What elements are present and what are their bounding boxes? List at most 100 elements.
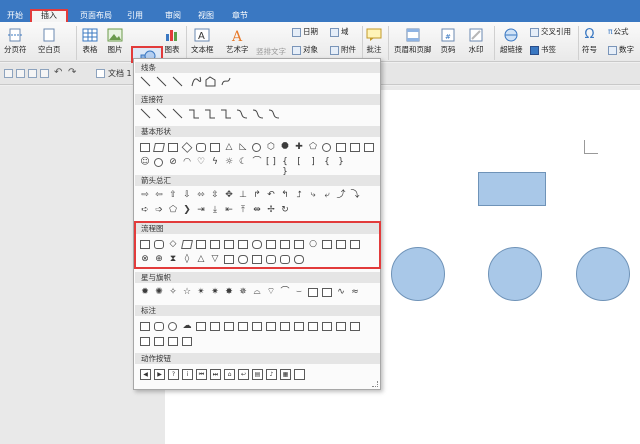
right-arrow-shape-icon[interactable]: ⇨ <box>140 190 150 200</box>
action-button-movie-icon[interactable]: ▦ <box>280 369 291 380</box>
curved-right-arrow-shape-icon[interactable]: ⤷ <box>308 190 318 200</box>
attachment-button[interactable]: 附件 <box>330 44 356 56</box>
left-brace-shape-icon[interactable]: { <box>322 157 332 167</box>
tab-review[interactable]: 审阅 <box>160 9 186 22</box>
vertical-scroll-icon[interactable] <box>308 288 318 297</box>
cross-shape-icon[interactable]: ✚ <box>294 142 304 152</box>
sixteen-point-star-icon[interactable]: ✷ <box>210 287 220 297</box>
left-right-arrow-callout-shape-icon[interactable]: ⇹ <box>252 205 262 215</box>
pentagon-shape-icon[interactable]: ⬠ <box>308 142 318 152</box>
twentyfour-point-star-icon[interactable]: ✸ <box>224 287 234 297</box>
action-button-beginning-icon[interactable]: ⏮ <box>196 369 207 380</box>
frame-shape-icon[interactable] <box>336 143 346 152</box>
watermark-button[interactable]: 水印 <box>468 28 484 55</box>
picture-button[interactable]: 图片 <box>107 28 123 55</box>
cube-shape-icon[interactable] <box>364 143 374 152</box>
print-icon[interactable] <box>28 69 37 78</box>
header-footer-button[interactable]: 页眉和页脚 <box>394 28 432 55</box>
left-right-arrow-shape-icon[interactable]: ⬄ <box>196 190 206 200</box>
accent-callout-4-icon[interactable] <box>294 322 304 331</box>
accent-border-callout-4-icon[interactable] <box>182 337 192 346</box>
can-shape-icon[interactable] <box>350 143 360 152</box>
circle-shape[interactable] <box>576 247 630 301</box>
border-callout-1-icon[interactable] <box>308 322 318 331</box>
right-brace-shape-icon[interactable]: } <box>336 157 346 167</box>
resize-grip-icon[interactable] <box>372 381 378 387</box>
eight-point-star-icon[interactable]: ✴ <box>196 287 206 297</box>
rectangle-shape[interactable] <box>478 172 546 206</box>
tab-start[interactable]: 开始 <box>2 9 28 22</box>
action-button-home-icon[interactable]: ⌂ <box>224 369 235 380</box>
double-brace-shape-icon[interactable]: { } <box>280 157 290 177</box>
line-callout-3-icon[interactable] <box>224 322 234 331</box>
notched-right-arrow-shape-icon[interactable]: ➩ <box>154 205 164 215</box>
redo-icon[interactable]: ↷ <box>68 67 76 78</box>
down-arrow-shape-icon[interactable]: ⇩ <box>182 190 192 200</box>
line-callout-4-icon[interactable] <box>238 322 248 331</box>
sun-shape-icon[interactable]: ☼ <box>224 157 234 167</box>
quad-arrow-shape-icon[interactable]: ✥ <box>224 190 234 200</box>
up-arrow-shape-icon[interactable]: ⇧ <box>168 190 178 200</box>
formula-button[interactable]: π公式 <box>608 26 629 38</box>
diamond-shape-icon[interactable] <box>181 142 193 153</box>
action-button-forward-icon[interactable]: ▶ <box>154 369 165 380</box>
rounded-rect-shape-icon[interactable] <box>196 143 206 152</box>
vertical-text-button[interactable]: 竖排文字 <box>256 46 286 58</box>
accent-callout-1-icon[interactable] <box>252 322 262 331</box>
rounded-rect-callout-icon[interactable] <box>154 322 164 331</box>
wordart-button[interactable]: A 艺术字 <box>226 28 249 55</box>
chart-button[interactable]: 图表 <box>164 28 180 55</box>
action-button-information-icon[interactable]: i <box>182 369 193 380</box>
document-tab[interactable]: 文档 1 <box>108 68 132 79</box>
preview-icon[interactable] <box>40 69 49 78</box>
right-bracket-shape-icon[interactable]: ] <box>308 157 318 167</box>
accent-border-callout-3-icon[interactable] <box>168 337 178 346</box>
cloud-callout-icon[interactable]: ☁ <box>182 321 192 331</box>
thirtytwo-point-star-icon[interactable]: ✵ <box>238 287 248 297</box>
four-point-star-icon[interactable]: ✧ <box>168 287 178 297</box>
tab-view[interactable]: 视图 <box>193 9 219 22</box>
number-button[interactable]: 数字 <box>608 44 634 56</box>
object-button[interactable]: 对象 <box>292 44 318 56</box>
field-button[interactable]: 域 <box>330 26 349 38</box>
tab-references[interactable]: 引用 <box>122 9 148 22</box>
no-symbol-shape-icon[interactable]: ⊘ <box>168 157 178 167</box>
action-button-back-icon[interactable]: ◀ <box>140 369 151 380</box>
curved-down-ribbon-icon[interactable]: ⌣ <box>294 287 304 297</box>
up-ribbon-icon[interactable]: ⌓ <box>252 287 262 297</box>
action-button-end-icon[interactable]: ⏭ <box>210 369 221 380</box>
bent-arrow-shape-icon[interactable]: ↱ <box>252 190 262 200</box>
action-button-return-icon[interactable]: ↩ <box>238 369 249 380</box>
chord-shape-icon[interactable] <box>322 143 331 152</box>
u-turn-arrow-shape-icon[interactable]: ↶ <box>266 190 276 200</box>
save-icon[interactable] <box>16 69 25 78</box>
pentagon-arrow-shape-icon[interactable]: ⬠ <box>168 205 178 215</box>
trapezoid-shape-icon[interactable] <box>168 143 178 152</box>
undo-icon[interactable]: ↶ <box>54 67 62 78</box>
five-point-star-icon[interactable]: ☆ <box>182 287 192 297</box>
bookmark-button[interactable]: 书签 <box>530 44 556 56</box>
table-button[interactable]: 表格 <box>82 28 98 55</box>
open-folder-icon[interactable] <box>4 69 13 78</box>
left-arrow-shape-icon[interactable]: ⇦ <box>154 190 164 200</box>
accent-border-callout-1-icon[interactable] <box>140 337 150 346</box>
circular-arrow-shape-icon[interactable]: ↻ <box>280 205 290 215</box>
moon-shape-icon[interactable]: ☾ <box>238 157 248 167</box>
action-button-custom-icon[interactable] <box>294 369 305 380</box>
accent-border-callout-2-icon[interactable] <box>154 337 164 346</box>
comment-button[interactable]: 批注 <box>366 28 382 55</box>
left-up-arrow-shape-icon[interactable]: ↰ <box>280 190 290 200</box>
lightning-shape-icon[interactable]: ϟ <box>210 157 220 167</box>
quad-arrow-callout-shape-icon[interactable]: ✢ <box>266 205 276 215</box>
symbol-button[interactable]: Ω 符号 <box>582 28 597 55</box>
octagon-shape-icon[interactable]: ⯃ <box>280 142 290 152</box>
right-arrow-callout-shape-icon[interactable]: ⇥ <box>196 205 206 215</box>
curved-up-arrow-shape-icon[interactable]: ⤴ <box>336 190 346 200</box>
double-wave-icon[interactable]: ≈ <box>350 287 360 297</box>
chevron-shape-icon[interactable]: ❯ <box>182 205 192 215</box>
circle-shape[interactable] <box>488 247 542 301</box>
page-number-button[interactable]: # 页码 <box>440 28 456 55</box>
tab-insert[interactable]: 插入 <box>30 9 68 22</box>
date-button[interactable]: 日期 <box>292 26 318 38</box>
down-ribbon-icon[interactable]: ⌔ <box>266 287 276 297</box>
